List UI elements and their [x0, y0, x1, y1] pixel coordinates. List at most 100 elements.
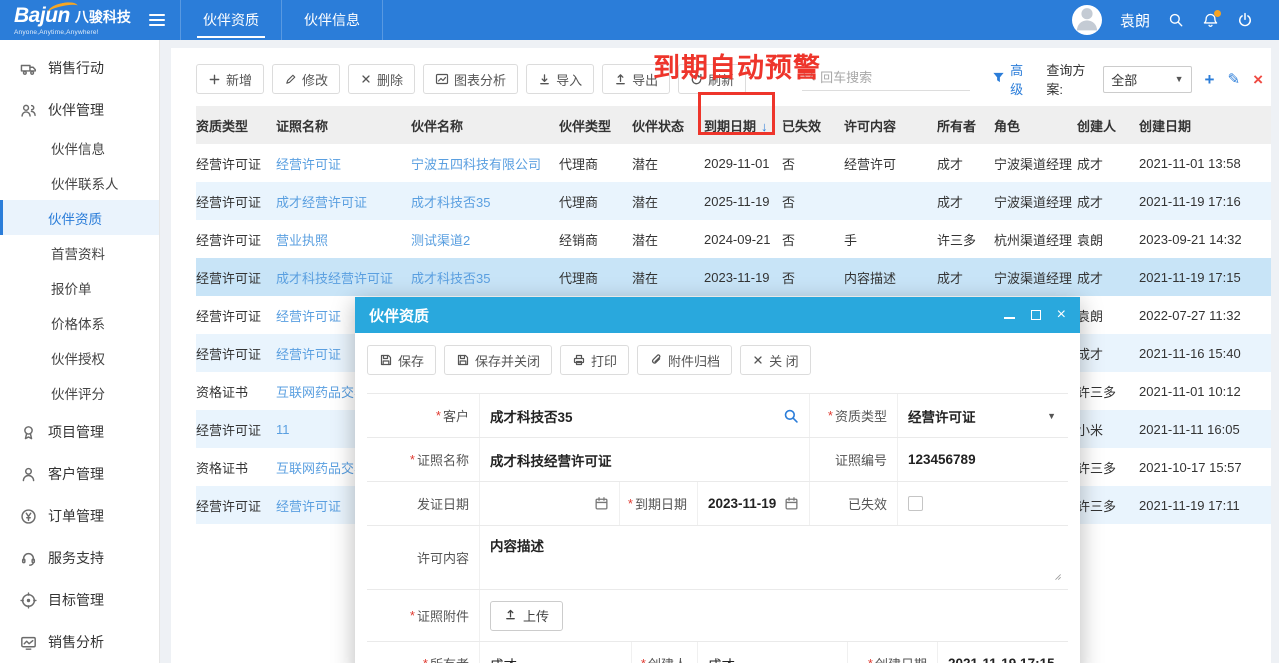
- chart-analysis-button[interactable]: 图表分析: [423, 64, 518, 94]
- column-header[interactable]: 资质类型: [196, 106, 276, 144]
- query-plan-add-icon[interactable]: +: [1205, 71, 1215, 88]
- logout-power-icon[interactable]: [1237, 12, 1253, 28]
- table-row[interactable]: 经营许可证成才经营许可证成才科技否35代理商潜在2025-11-19否成才宁波渠…: [196, 182, 1271, 220]
- table-row[interactable]: 经营许可证经营许可证宁波五四科技有限公司代理商潜在2029-11-01否经营许可…: [196, 144, 1271, 182]
- query-plan-edit-icon[interactable]: ✎: [1227, 72, 1240, 87]
- sidebar-item-service-support[interactable]: 服务支持: [0, 538, 159, 578]
- sidebar-subitem-partner-authorization[interactable]: 伙伴授权: [0, 340, 159, 375]
- advanced-filter[interactable]: 高级: [992, 60, 1032, 98]
- required-asterisk: *: [868, 656, 873, 663]
- column-header[interactable]: 创建人: [1077, 106, 1139, 144]
- add-button[interactable]: 新增: [196, 64, 264, 94]
- table-cell: 2024-09-21: [704, 220, 782, 258]
- sidebar-subitem-price-system[interactable]: 价格体系: [0, 305, 159, 340]
- dialog-save-close-button[interactable]: 保存并关闭: [444, 345, 552, 375]
- menu-toggle-icon[interactable]: [140, 0, 174, 40]
- record-link[interactable]: 成才科技经营许可证: [276, 258, 411, 296]
- record-link[interactable]: 成才科技否35: [411, 258, 559, 296]
- sidebar-item-project-mgmt[interactable]: 项目管理: [0, 412, 159, 452]
- column-header[interactable]: 所有者: [937, 106, 994, 144]
- issue-date-field[interactable]: [479, 482, 619, 525]
- search-input[interactable]: [820, 70, 970, 85]
- column-header[interactable]: 伙伴名称: [411, 106, 559, 144]
- table-row[interactable]: 经营许可证营业执照测试渠道2经销商潜在2024-09-21否手许三多杭州渠道经理…: [196, 220, 1271, 258]
- record-link[interactable]: 成才科技否35: [411, 182, 559, 220]
- sidebar-item-partner-mgmt[interactable]: 伙伴管理: [0, 90, 159, 130]
- query-plan-select[interactable]: 全部 ▼: [1103, 66, 1191, 93]
- record-link[interactable]: 营业执照: [276, 220, 411, 258]
- dialog-close-button[interactable]: 关 闭: [740, 345, 811, 375]
- expire-date-label: *到期日期: [619, 482, 697, 525]
- user-avatar[interactable]: [1072, 5, 1102, 35]
- chevron-down-icon: ▼: [1047, 411, 1056, 421]
- qual-type-select[interactable]: 经营许可证▼: [897, 394, 1068, 437]
- yen-icon: [20, 508, 37, 525]
- minimize-icon[interactable]: [1004, 311, 1015, 319]
- calendar-icon[interactable]: [784, 496, 799, 511]
- table-cell: 否: [782, 182, 844, 220]
- app-logo: Bajun 八骏科技 Anyone,Anytime,Anywhere!: [0, 0, 140, 40]
- column-header[interactable]: 已失效: [782, 106, 844, 144]
- resize-handle-icon[interactable]: [1051, 569, 1062, 584]
- table-cell: 资格证书: [196, 448, 276, 486]
- sidebar-subitem-partner-score[interactable]: 伙伴评分: [0, 375, 159, 410]
- column-header[interactable]: 伙伴状态: [632, 106, 704, 144]
- query-plan-delete-icon[interactable]: ×: [1253, 71, 1263, 88]
- sidebar-item-sales-action[interactable]: 销售行动: [0, 48, 159, 88]
- dialog-print-button[interactable]: 打印: [560, 345, 629, 375]
- expire-date-field[interactable]: 2023-11-19: [697, 482, 809, 525]
- table-cell: 宁波渠道经理: [994, 258, 1077, 296]
- notifications-bell-icon[interactable]: [1202, 12, 1219, 29]
- lookup-search-icon[interactable]: [783, 408, 799, 424]
- upload-button[interactable]: 上传: [490, 601, 563, 631]
- search-icon[interactable]: [1168, 12, 1184, 28]
- sidebar-subitem-partner-contacts[interactable]: 伙伴联系人: [0, 165, 159, 200]
- import-button[interactable]: 导入: [526, 64, 594, 94]
- sidebar-item-order-mgmt[interactable]: 订单管理: [0, 496, 159, 536]
- table-row[interactable]: 经营许可证成才科技经营许可证成才科技否35代理商潜在2023-11-19否内容描…: [196, 258, 1271, 296]
- delete-button[interactable]: 删除: [348, 64, 415, 94]
- sidebar-subitem-partner-info[interactable]: 伙伴信息: [0, 130, 159, 165]
- table-cell: 潜在: [632, 258, 704, 296]
- record-link[interactable]: 成才经营许可证: [276, 182, 411, 220]
- edit-button[interactable]: 修改: [272, 64, 340, 94]
- x-icon: [360, 73, 372, 85]
- column-header[interactable]: 创建日期: [1139, 106, 1271, 144]
- owner-field[interactable]: 成才: [479, 642, 631, 663]
- column-header[interactable]: 角色: [994, 106, 1077, 144]
- column-header[interactable]: 许可内容: [844, 106, 937, 144]
- sidebar-subitem-partner-qualification[interactable]: 伙伴资质: [0, 200, 159, 235]
- record-link[interactable]: 测试渠道2: [411, 220, 559, 258]
- record-link[interactable]: 经营许可证: [276, 144, 411, 182]
- close-icon[interactable]: ×: [1057, 308, 1066, 322]
- sidebar-item-label: 客户管理: [48, 464, 104, 484]
- sidebar-item-customer-mgmt[interactable]: 客户管理: [0, 454, 159, 494]
- dialog-titlebar[interactable]: 伙伴资质 ×: [355, 297, 1080, 333]
- user-name[interactable]: 袁朗: [1120, 10, 1150, 31]
- required-asterisk: *: [828, 408, 833, 423]
- sidebar-item-sales-analysis[interactable]: 销售分析: [0, 622, 159, 662]
- dialog-save-button[interactable]: 保存: [367, 345, 436, 375]
- app: Bajun 八骏科技 Anyone,Anytime,Anywhere! 伙伴资质…: [0, 0, 1279, 663]
- sidebar-item-target-mgmt[interactable]: 目标管理: [0, 580, 159, 620]
- customer-field[interactable]: 成才科技否35: [479, 394, 809, 437]
- required-asterisk: *: [436, 408, 441, 423]
- tab-partner-info[interactable]: 伙伴信息: [281, 0, 383, 40]
- table-cell: 经营许可证: [196, 182, 276, 220]
- calendar-icon[interactable]: [594, 496, 609, 511]
- cert-name-field[interactable]: 成才科技经营许可证: [479, 438, 809, 481]
- sidebar-subitem-quotation[interactable]: 报价单: [0, 270, 159, 305]
- table-cell: 成才: [937, 144, 994, 182]
- sidebar-item-label: 销售行动: [48, 58, 104, 78]
- cert-no-field[interactable]: 123456789: [897, 438, 1068, 481]
- column-header[interactable]: 伙伴类型: [559, 106, 632, 144]
- sidebar-subitem-first-camp-data[interactable]: 首营资料: [0, 235, 159, 270]
- maximize-icon[interactable]: [1031, 310, 1041, 320]
- column-header[interactable]: 证照名称: [276, 106, 411, 144]
- license-content-textarea[interactable]: 内容描述: [479, 526, 1068, 589]
- record-link[interactable]: 宁波五四科技有限公司: [411, 144, 559, 182]
- table-cell: 2021-11-01 10:12: [1139, 372, 1271, 410]
- tab-partner-qualification[interactable]: 伙伴资质: [180, 0, 281, 40]
- dialog-attach-archive-button[interactable]: 附件归档: [637, 345, 732, 375]
- invalid-checkbox[interactable]: [908, 496, 923, 511]
